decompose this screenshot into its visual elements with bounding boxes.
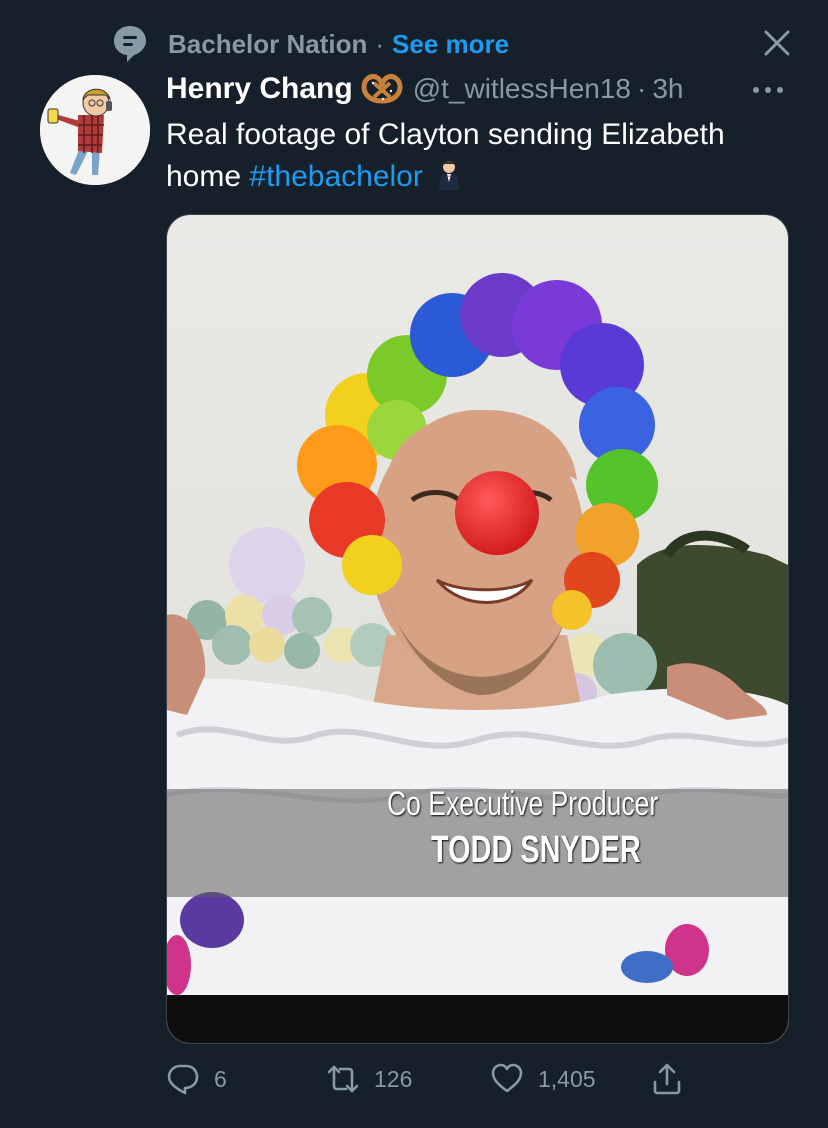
topic-icon: [114, 26, 146, 62]
reply-button[interactable]: 6: [166, 1058, 227, 1100]
heart-icon: [491, 1063, 523, 1093]
retweet-icon: [327, 1065, 359, 1093]
tweet-photo[interactable]: Co Executive Producer TODD SNYDER: [166, 214, 789, 1044]
share-button[interactable]: [650, 1058, 684, 1100]
hashtag-link[interactable]: #thebachelor: [249, 160, 422, 193]
close-icon[interactable]: [760, 26, 794, 60]
share-icon: [653, 1063, 681, 1095]
like-button[interactable]: 1,405: [490, 1058, 596, 1100]
see-more-link[interactable]: See more: [392, 29, 509, 60]
topic-name[interactable]: Bachelor Nation: [168, 29, 367, 60]
overlay-caption-name: TODD SNYDER: [431, 829, 641, 871]
avatar[interactable]: [40, 75, 150, 185]
retweet-count: 126: [374, 1065, 413, 1092]
pretzel-emoji-icon: [361, 74, 403, 104]
photo-scene: [167, 215, 788, 1043]
action-bar: 6 126 1,405: [166, 1058, 786, 1100]
more-options-icon[interactable]: [748, 76, 788, 104]
retweet-button[interactable]: 126: [326, 1058, 412, 1100]
tweet-text: Real footage of Clayton sending Elizabet…: [166, 114, 786, 198]
reply-count: 6: [214, 1065, 227, 1092]
tweet-time[interactable]: 3h: [652, 73, 683, 105]
context-separator: ·: [375, 28, 385, 59]
social-context: Bachelor Nation · See more: [112, 22, 509, 66]
reply-icon: [167, 1064, 199, 1095]
author-name[interactable]: Henry Chang: [166, 72, 353, 106]
time-separator: ·: [637, 73, 647, 104]
tweet-header: Henry Chang @t_witlessHen18 · 3h: [166, 66, 684, 112]
overlay-caption-role: Co Executive Producer: [387, 785, 659, 823]
like-count: 1,405: [538, 1065, 596, 1092]
man-in-tuxedo-emoji-icon: [439, 161, 460, 190]
author-handle[interactable]: @t_witlessHen18: [413, 73, 631, 105]
